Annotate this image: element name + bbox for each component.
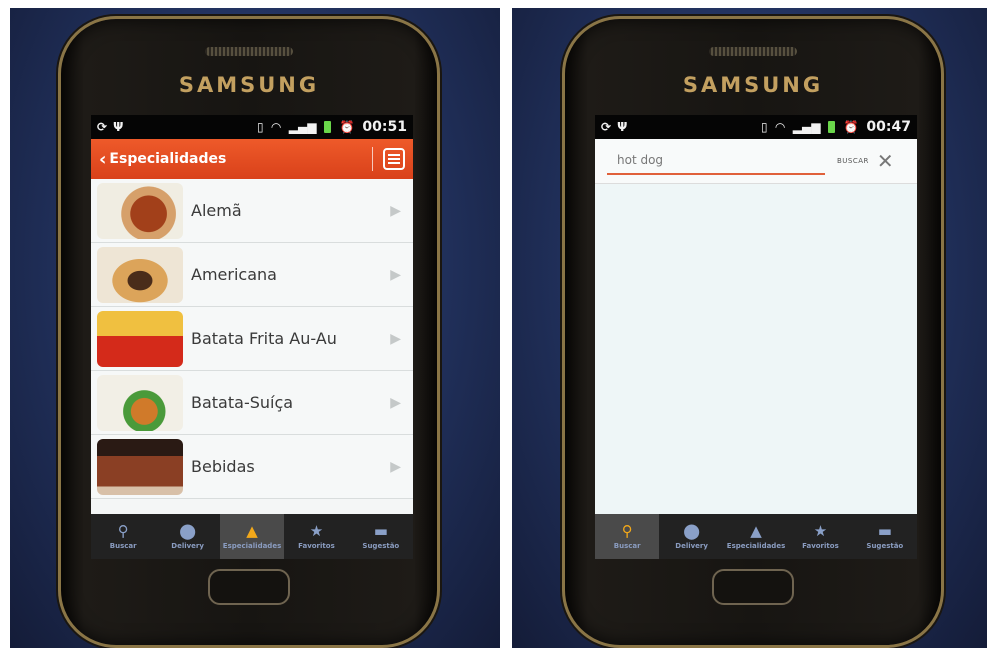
map-pin-icon: ⬤ bbox=[179, 521, 196, 540]
left-phone-photo: SAMSUNG ⟳ Ψ ▯ ◠ ▂▄▆ ⏰ 00:51 ‹ Especialid… bbox=[10, 8, 500, 648]
tab-delivery[interactable]: ⬤ Delivery bbox=[155, 514, 219, 559]
earpiece-speaker bbox=[205, 47, 293, 56]
search-button[interactable]: BUSCAR bbox=[837, 157, 869, 165]
action-bar: ‹ Especialidades bbox=[91, 139, 413, 179]
food-photo-icon bbox=[97, 310, 183, 367]
brand-logo: SAMSUNG bbox=[682, 73, 824, 97]
brand-logo: SAMSUNG bbox=[178, 73, 320, 97]
chevron-right-icon: ▶ bbox=[390, 202, 401, 219]
list-item-label: Batata Frita Au-Au bbox=[191, 329, 337, 348]
bottom-tab-bar: ⚲ Buscar ⬤ Delivery ▲ Especialidades ★ F… bbox=[91, 514, 413, 559]
cloche-icon: ▲ bbox=[750, 521, 762, 540]
vibrate-icon: ▯ bbox=[256, 120, 264, 134]
tab-favoritos[interactable]: ★ Favoritos bbox=[788, 514, 852, 559]
chevron-right-icon: ▶ bbox=[390, 394, 401, 411]
vibrate-icon: ▯ bbox=[760, 120, 768, 134]
food-photo-icon bbox=[97, 438, 183, 495]
cloche-icon: ▲ bbox=[246, 521, 258, 540]
tab-label: Especialidades bbox=[222, 541, 282, 550]
status-time: 00:51 bbox=[362, 119, 407, 135]
map-pin-icon: ⬤ bbox=[683, 521, 700, 540]
search-icon: ⚲ bbox=[621, 521, 633, 540]
alarm-icon: ⏰ bbox=[339, 120, 355, 134]
battery-icon bbox=[324, 121, 332, 133]
right-phone-photo: SAMSUNG ⟳ Ψ ▯ ◠ ▂▄▆ ⏰ 00:47 hot dog BUSC… bbox=[512, 8, 987, 648]
bottom-tab-bar: ⚲ Buscar ⬤ Delivery ▲ Especialidades ★ F… bbox=[595, 514, 917, 559]
list-item[interactable]: Alemã ▶ bbox=[91, 179, 413, 243]
tab-sugestao[interactable]: ▬ Sugestão bbox=[349, 514, 413, 559]
home-button[interactable] bbox=[208, 569, 290, 605]
chevron-right-icon: ▶ bbox=[390, 266, 401, 283]
list-item-label: Bebidas bbox=[191, 457, 255, 476]
battery-icon bbox=[828, 121, 836, 133]
signal-icon: ▂▄▆ bbox=[288, 120, 317, 134]
close-icon[interactable]: ✕ bbox=[877, 151, 894, 171]
phone-body: SAMSUNG ⟳ Ψ ▯ ◠ ▂▄▆ ⏰ 00:47 hot dog BUSC… bbox=[562, 16, 944, 648]
phone-screen: ⟳ Ψ ▯ ◠ ▂▄▆ ⏰ 00:47 hot dog BUSCAR ✕ ⚲ B… bbox=[595, 115, 917, 559]
list-item[interactable]: Americana ▶ bbox=[91, 243, 413, 307]
food-photo-icon bbox=[97, 374, 183, 431]
tab-label: Delivery bbox=[171, 541, 204, 550]
usb-icon: Ψ bbox=[617, 120, 628, 134]
phone-body: SAMSUNG ⟳ Ψ ▯ ◠ ▂▄▆ ⏰ 00:51 ‹ Especialid… bbox=[58, 16, 440, 648]
tab-delivery[interactable]: ⬤ Delivery bbox=[659, 514, 723, 559]
usb-icon: Ψ bbox=[113, 120, 124, 134]
list-item[interactable]: Bebidas ▶ bbox=[91, 435, 413, 499]
home-button[interactable] bbox=[712, 569, 794, 605]
chevron-right-icon: ▶ bbox=[390, 330, 401, 347]
wifi-icon: ◠ bbox=[271, 120, 281, 134]
tab-sugestao[interactable]: ▬ Sugestão bbox=[853, 514, 917, 559]
results-area bbox=[595, 184, 917, 514]
food-photo-icon bbox=[97, 182, 183, 239]
page-title[interactable]: Especialidades bbox=[109, 151, 226, 167]
search-bar: hot dog BUSCAR ✕ bbox=[595, 139, 917, 184]
alarm-icon: ⏰ bbox=[843, 120, 859, 134]
status-time: 00:47 bbox=[866, 119, 911, 135]
tab-label: Buscar bbox=[613, 541, 641, 550]
tab-label: Sugestão bbox=[866, 541, 904, 550]
list-item[interactable]: Batata-Suíça ▶ bbox=[91, 371, 413, 435]
sync-icon: ⟳ bbox=[601, 120, 612, 134]
search-icon: ⚲ bbox=[117, 521, 129, 540]
specialties-list: Alemã ▶ Americana ▶ Batata Frita Au-Au ▶… bbox=[91, 179, 413, 499]
list-item-label: Alemã bbox=[191, 201, 242, 220]
tab-label: Favoritos bbox=[298, 541, 335, 550]
tab-buscar[interactable]: ⚲ Buscar bbox=[91, 514, 155, 559]
wifi-icon: ◠ bbox=[775, 120, 785, 134]
status-bar: ⟳ Ψ ▯ ◠ ▂▄▆ ⏰ 00:51 bbox=[91, 115, 413, 139]
signal-icon: ▂▄▆ bbox=[792, 120, 821, 134]
tab-buscar[interactable]: ⚲ Buscar bbox=[595, 514, 660, 559]
star-icon: ★ bbox=[813, 521, 828, 540]
phone-screen: ⟳ Ψ ▯ ◠ ▂▄▆ ⏰ 00:51 ‹ Especialidades Ale… bbox=[91, 115, 413, 559]
food-photo-icon bbox=[97, 246, 183, 303]
star-icon: ★ bbox=[309, 521, 324, 540]
status-bar: ⟳ Ψ ▯ ◠ ▂▄▆ ⏰ 00:47 bbox=[595, 115, 917, 139]
list-menu-icon[interactable] bbox=[383, 148, 405, 170]
tab-label: Delivery bbox=[675, 541, 708, 550]
tab-label: Sugestão bbox=[362, 541, 400, 550]
back-chevron-icon[interactable]: ‹ bbox=[99, 149, 106, 170]
list-item-label: Americana bbox=[191, 265, 277, 284]
tab-label: Buscar bbox=[109, 541, 137, 550]
list-item[interactable]: Batata Frita Au-Au ▶ bbox=[91, 307, 413, 371]
action-divider bbox=[372, 147, 373, 171]
sync-icon: ⟳ bbox=[97, 120, 108, 134]
tab-label: Favoritos bbox=[802, 541, 839, 550]
earpiece-speaker bbox=[709, 47, 797, 56]
tab-favoritos[interactable]: ★ Favoritos bbox=[284, 514, 348, 559]
speech-bubble-icon: ▬ bbox=[877, 521, 892, 540]
search-input[interactable]: hot dog bbox=[607, 147, 825, 175]
chevron-right-icon: ▶ bbox=[390, 458, 401, 475]
speech-bubble-icon: ▬ bbox=[373, 521, 388, 540]
tab-label: Especialidades bbox=[726, 541, 786, 550]
tab-especialidades[interactable]: ▲ Especialidades bbox=[724, 514, 788, 559]
tab-especialidades[interactable]: ▲ Especialidades bbox=[219, 514, 285, 559]
list-item-label: Batata-Suíça bbox=[191, 393, 294, 412]
